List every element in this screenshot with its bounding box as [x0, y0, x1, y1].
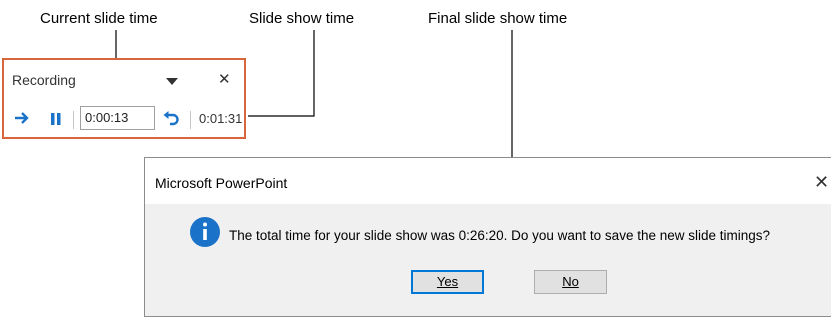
leader-slide-show-time — [248, 30, 315, 117]
current-slide-time-field[interactable]: 0:00:13 — [80, 106, 155, 130]
dialog-message: The total time for your slide show was 0… — [229, 228, 771, 243]
recording-toolbar: Recording ✕ 0:00:13 0:01:31 — [2, 58, 246, 139]
callout-slide-show-time: Slide show time — [249, 10, 355, 27]
next-arrow-icon[interactable] — [14, 111, 30, 130]
save-timings-dialog: Microsoft PowerPoint ✕ The total time fo… — [144, 157, 831, 317]
dialog-title: Microsoft PowerPoint — [155, 175, 288, 191]
close-icon[interactable]: ✕ — [218, 70, 231, 88]
toolbar-divider — [73, 111, 74, 129]
repeat-icon[interactable] — [162, 110, 180, 133]
callout-final-slide-show-time: Final slide show time — [428, 10, 568, 27]
pause-icon[interactable] — [50, 112, 62, 131]
slide-show-time-display: 0:01:31 — [199, 111, 243, 126]
no-button-label: No — [562, 274, 579, 289]
no-button[interactable]: No — [534, 270, 607, 294]
yes-button[interactable]: Yes — [411, 270, 484, 294]
info-icon — [189, 216, 221, 253]
yes-button-label: Yes — [436, 274, 459, 289]
dialog-close-icon[interactable]: ✕ — [814, 172, 829, 193]
callout-current-slide-time: Current slide time — [40, 10, 158, 27]
recording-title: Recording — [12, 72, 76, 88]
toolbar-divider — [190, 111, 191, 129]
dropdown-icon[interactable] — [166, 78, 178, 85]
